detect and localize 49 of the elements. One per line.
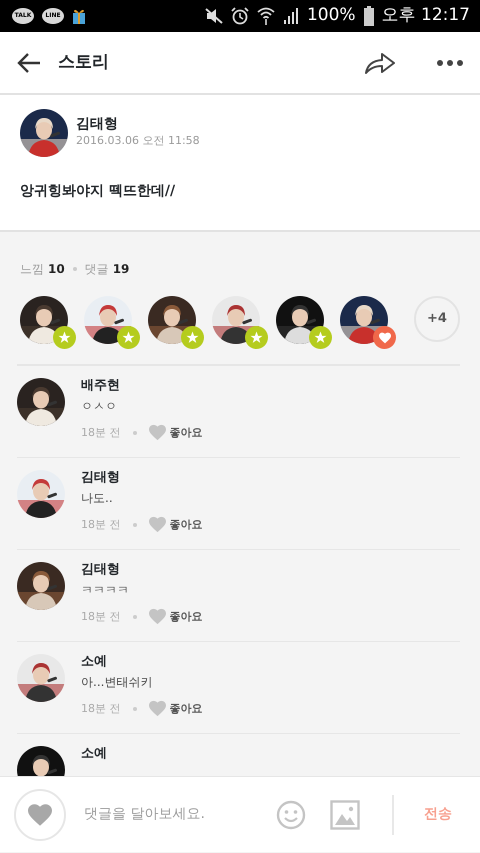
- comment-text: ㅇㅅㅇ: [81, 398, 118, 414]
- battery-icon: [364, 6, 374, 26]
- more-reactors-button[interactable]: +4: [414, 296, 460, 342]
- like-label: 좋아요: [170, 700, 202, 717]
- signal-icon: [282, 8, 299, 24]
- comment-time: 18분 전: [81, 516, 120, 533]
- post-text: 앙귀힝봐야지 떽뜨한데//: [20, 182, 176, 201]
- star-icon: [58, 331, 71, 344]
- commenter-name: 김태형: [81, 470, 121, 487]
- like-label: 좋아요: [170, 608, 202, 625]
- page-title: 스토리: [58, 50, 110, 74]
- feel-label: 느낌: [20, 261, 44, 278]
- alarm-icon: [230, 7, 249, 25]
- comment-text: 아...변태쉬키: [81, 674, 154, 690]
- star-icon: [314, 331, 327, 344]
- comment-label: 댓글: [84, 261, 109, 278]
- comment-text: ㅋㅋㅋㅋ: [81, 582, 130, 598]
- like-button[interactable]: 좋아요: [148, 424, 202, 442]
- author-name: 김태형: [76, 116, 119, 134]
- like-label: 좋아요: [170, 424, 202, 441]
- more-button[interactable]: [436, 58, 464, 66]
- commenter-name: 배주현: [81, 378, 121, 395]
- star-icon: [122, 331, 135, 344]
- clock: 오후 12:17: [382, 4, 470, 28]
- share-button[interactable]: [364, 50, 396, 74]
- commenter-name: 김태형: [81, 562, 121, 579]
- comment-time: 18분 전: [81, 608, 120, 625]
- heart-icon: [28, 804, 52, 826]
- commenter-name: 소예: [81, 746, 107, 763]
- post-date: 2016.03.06 오전 11:58: [76, 133, 200, 150]
- like-button[interactable]: 좋아요: [148, 516, 202, 534]
- back-button[interactable]: [16, 52, 42, 74]
- comment-time: 18분 전: [81, 424, 120, 441]
- comment-time: 18분 전: [81, 700, 120, 717]
- comment-text: 나도..: [81, 490, 114, 506]
- wifi-icon: [256, 7, 275, 25]
- like-button[interactable]: 좋아요: [148, 608, 202, 626]
- commenter-name: 소예: [81, 654, 108, 671]
- mute-icon: [204, 8, 223, 24]
- like-label: 좋아요: [170, 516, 202, 533]
- comment-count: 19: [112, 261, 130, 278]
- star-icon: [186, 331, 199, 344]
- battery-percent: 100%: [306, 4, 356, 28]
- gift-icon: [72, 8, 86, 24]
- comment-input[interactable]: 댓글을 달아보세요.: [82, 803, 260, 826]
- feel-count: 10: [48, 261, 65, 278]
- heart-icon: [378, 332, 390, 344]
- star-icon: [250, 331, 263, 344]
- like-button[interactable]: 좋아요: [148, 700, 202, 718]
